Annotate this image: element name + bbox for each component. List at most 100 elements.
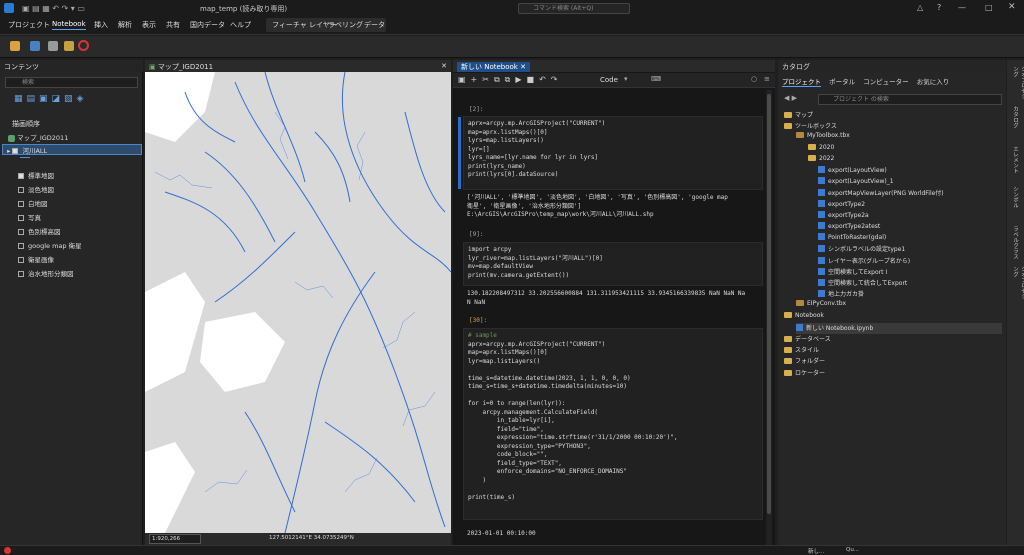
catalog-item-label: PointToRaster(gdal) xyxy=(828,234,887,242)
scrollbar-thumb[interactable] xyxy=(767,94,771,514)
catalog-item[interactable]: MyToolbox.tbx xyxy=(796,132,850,143)
side-tab[interactable]: ジオプロセシング xyxy=(1011,66,1024,102)
close-icon[interactable]: ✕ xyxy=(1008,2,1016,12)
layer-google-satellite[interactable]: google map 衛星 xyxy=(18,240,82,251)
keyboard-icon[interactable]: ⌨ xyxy=(651,75,661,83)
catalog-item[interactable]: 空間検索してExport I xyxy=(818,267,887,278)
cell-type-select[interactable]: Code xyxy=(600,76,618,84)
new-notebook-icon[interactable] xyxy=(10,41,20,51)
map-node[interactable]: マップ_IGD2011 xyxy=(8,132,68,143)
maximize-icon[interactable]: □ xyxy=(985,3,993,12)
catalog-item[interactable]: Notebook xyxy=(784,311,824,323)
catalog-item-label: 地上力ガカ掛 xyxy=(828,291,865,299)
tab-notebook[interactable]: Notebook xyxy=(52,20,86,30)
side-tab[interactable]: シンボル xyxy=(1011,186,1019,222)
catalog-tab-portal[interactable]: ポータル xyxy=(829,78,855,86)
layer-pale-map[interactable]: 淡色地図 xyxy=(18,184,54,195)
catalog-item[interactable]: 2020 xyxy=(808,143,834,155)
map-view[interactable]: ▣ マップ_IGD2011 ✕ 1:920,266 127.5012141°E … xyxy=(145,60,451,545)
tab-view[interactable]: 表示 xyxy=(142,20,156,30)
minimize-icon[interactable]: — xyxy=(958,3,966,12)
cell-1-input[interactable]: aprx=arcpy.mp.ArcGISProject("CURRENT") m… xyxy=(458,116,763,190)
catalog-item[interactable]: フォルダー xyxy=(784,356,825,367)
catalog-item[interactable]: ロケーター xyxy=(784,368,825,379)
catalog-nav-icons[interactable]: ◀ ▶ xyxy=(784,94,797,102)
catalog-item[interactable]: export(LayoutView) xyxy=(818,166,887,177)
layer-river-all[interactable]: ▸ 河川ALL xyxy=(2,144,142,155)
layer-relief[interactable]: 色別標高図 xyxy=(18,226,61,237)
tab-insert[interactable]: 挿入 xyxy=(94,20,108,30)
side-tab[interactable]: エレメント xyxy=(1011,146,1019,182)
catalog-search-input[interactable]: プロジェクト の検索 xyxy=(818,94,1002,105)
interrupt-kernel-icon[interactable] xyxy=(78,40,89,51)
catalog-item[interactable]: レイヤー表示(グループ名から) xyxy=(818,256,910,267)
tab-labeling[interactable]: ラベリング xyxy=(328,20,363,30)
menu-icon[interactable]: ≡ xyxy=(764,75,770,83)
tab-data[interactable]: データ xyxy=(364,20,385,30)
layer-flood-landform[interactable]: 治水地形分類図 xyxy=(18,268,74,279)
contents-view-icons[interactable]: ▦▤▣◪▧◈ xyxy=(14,94,87,104)
cell-1-code[interactable]: aprx=arcpy.mp.ArcGISProject("CURRENT") m… xyxy=(464,117,762,183)
catalog-item[interactable]: 2022 xyxy=(808,154,834,166)
catalog-item[interactable]: シンボルラベルの設定type1 xyxy=(818,244,905,255)
catalog-item-label: ロケーター xyxy=(795,369,826,377)
notebook-scrollbar[interactable] xyxy=(766,90,772,545)
catalog-tab-computer[interactable]: コンピューター xyxy=(863,78,909,86)
catalog-item-label: export(LayoutView)_1 xyxy=(828,178,894,186)
catalog-tab-project[interactable]: プロジェクト xyxy=(782,78,821,87)
catalog-item[interactable]: exportType2atest xyxy=(818,222,880,233)
tab-share[interactable]: 共有 xyxy=(166,20,180,30)
export-icon[interactable] xyxy=(48,41,58,51)
map-tab[interactable]: ▣ マップ_IGD2011 ✕ xyxy=(145,60,451,72)
catalog-item[interactable]: マップ xyxy=(784,110,813,121)
command-search-input[interactable]: コマンド検索 (Alt+Q) xyxy=(518,3,630,14)
layer-satellite-image[interactable]: 衛星画像 xyxy=(18,254,54,265)
taskbar-item-new[interactable]: 新し... xyxy=(808,547,824,555)
side-tab[interactable]: ラベルクラス xyxy=(1011,226,1019,262)
catalog-item[interactable]: export(LayoutView)_1 xyxy=(818,177,894,188)
help-icon[interactable]: ? xyxy=(937,3,941,12)
script-icon xyxy=(818,256,825,264)
map-scale-field[interactable]: 1:920,266 xyxy=(149,534,201,544)
quick-access-icons[interactable]: ▣ ▤ ▦ ↶ ↷ ▾ ▭ xyxy=(22,4,85,13)
cell-2-input[interactable]: import arcpy lyr_river=map.listLayers("河… xyxy=(463,242,763,286)
catalog-tab-favorites[interactable]: お気に入り xyxy=(917,78,950,86)
cell-2-code[interactable]: import arcpy lyr_river=map.listLayers("河… xyxy=(464,243,762,283)
notebook-tab[interactable]: 新しい Notebook ✕ xyxy=(457,62,530,72)
notification-icon[interactable]: △ xyxy=(917,3,923,12)
kernel-status-icon: ○ xyxy=(751,75,758,83)
cell-type-dropdown-icon[interactable]: ▾ xyxy=(624,75,628,83)
catalog-item[interactable]: exportType2a xyxy=(818,210,869,222)
catalog-item[interactable]: PointToRaster(gdal) xyxy=(818,233,886,244)
tab-help[interactable]: ヘルプ xyxy=(230,20,251,30)
cell-3-code[interactable]: # sample aprx=arcpy.mp.ArcGISProject("CU… xyxy=(464,329,762,505)
catalog-item[interactable]: 空間検索して統合してExport xyxy=(818,278,907,289)
cell-1-prompt: [2]: xyxy=(469,106,484,113)
tab-domestic-data[interactable]: 国内データ xyxy=(190,20,225,30)
catalog-item[interactable]: ツールボックス xyxy=(784,121,837,132)
save-notebook-icon[interactable] xyxy=(30,41,40,51)
layer-photo[interactable]: 写真 xyxy=(18,212,41,223)
catalog-item[interactable]: EIPyConv.tbx xyxy=(796,300,846,311)
cell-3-input[interactable]: # sample aprx=arcpy.mp.ArcGISProject("CU… xyxy=(463,328,763,520)
taskbar-item-qu[interactable]: Qu... xyxy=(846,547,859,553)
layer-blank-map[interactable]: 白地図 xyxy=(18,198,48,209)
catalog-item[interactable]: データベース xyxy=(784,334,831,345)
side-tab[interactable]: カタログ xyxy=(1011,106,1019,142)
side-tab[interactable]: ジオプロセシング xyxy=(1011,266,1024,302)
tab-project[interactable]: プロジェクト xyxy=(8,20,50,30)
catalog-item[interactable]: スタイル xyxy=(784,345,819,356)
contents-search-input[interactable]: 検索 xyxy=(5,77,138,88)
tab-analysis[interactable]: 解析 xyxy=(118,20,132,30)
catalog-item[interactable]: 地上力ガカ掛 xyxy=(818,289,864,300)
cell-icon[interactable] xyxy=(64,41,74,51)
catalog-item[interactable]: 新しい Notebook.ipynb xyxy=(796,322,1002,334)
catalog-item-label: EIPyConv.tbx xyxy=(807,300,847,308)
map-canvas[interactable] xyxy=(145,72,451,533)
notebook-toolbar-icons[interactable]: ▣+✂⧉⧉▶■↶↷ xyxy=(458,75,563,85)
catalog-item[interactable]: exportType2 xyxy=(818,199,865,211)
catalog-item-label: ツールボックス xyxy=(795,123,837,131)
catalog-item[interactable]: exportMapViewLayer(PNG WorldFile付) xyxy=(818,188,944,199)
catalog-item-label: exportMapViewLayer(PNG WorldFile付) xyxy=(828,190,944,198)
layer-standard-map[interactable]: 標準地図 xyxy=(18,170,54,181)
